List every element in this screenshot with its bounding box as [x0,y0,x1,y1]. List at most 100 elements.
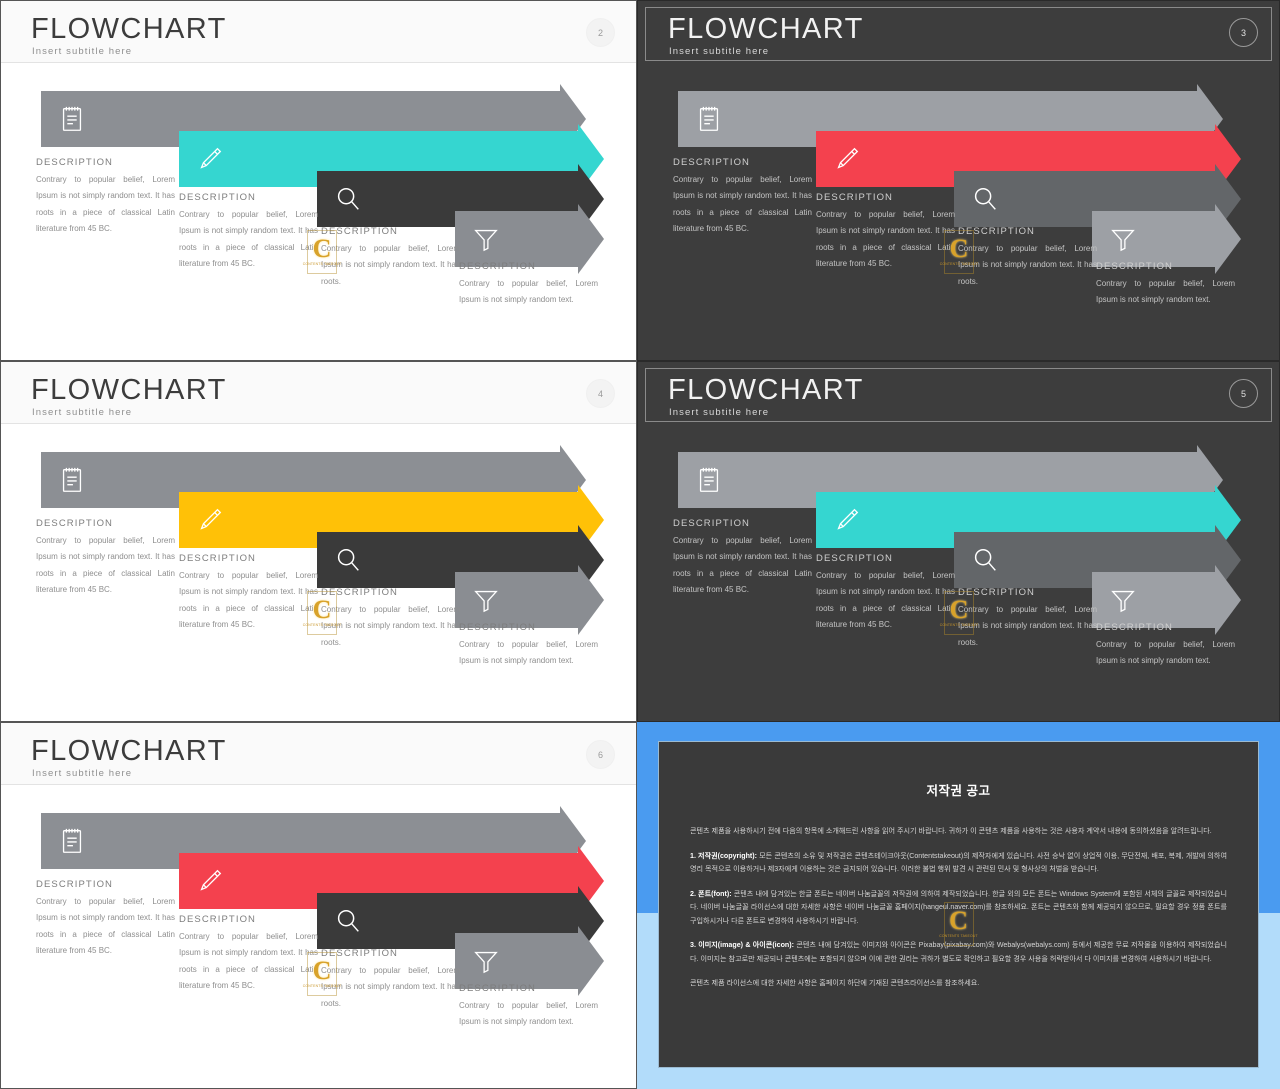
magnifier-icon [333,906,363,936]
slide-4[interactable]: FLOWCHART Insert subtitle here 4 DESCRIP… [0,361,637,722]
description-title: DESCRIPTION [179,192,257,203]
slide-2[interactable]: FLOWCHART Insert subtitle here 2 DESCRIP… [0,0,637,361]
slide-header: FLOWCHART Insert subtitle here 2 [1,1,636,63]
slide-header: FLOWCHART Insert subtitle here 3 [638,1,1279,63]
description-block-3: DESCRIPTION Contrary to popular belief, … [958,587,1097,651]
description-title: DESCRIPTION [36,518,114,529]
description-title: DESCRIPTION [958,587,1036,598]
description-title: DESCRIPTION [321,948,399,959]
description-body: Contrary to popular belief, Lorem Ipsum … [1096,279,1235,305]
flow-canvas: DESCRIPTION Contrary to popular belief, … [638,63,1279,360]
description-body: Contrary to popular belief, Lorem Ipsum … [36,536,175,595]
description-block-4: DESCRIPTION Contrary to popular belief, … [459,261,598,309]
copyright-outro: 콘텐츠 제품 라이선스에 대한 자세한 사항은 홈페이지 하단에 기재된 콘텐츠… [690,979,980,987]
page-title: FLOWCHART [31,13,227,45]
description-title: DESCRIPTION [459,983,537,994]
page-subtitle: Insert subtitle here [32,407,133,418]
page-title: FLOWCHART [668,13,864,45]
description-body: Contrary to popular belief, Lorem Ipsum … [36,897,175,956]
page-title: FLOWCHART [668,374,864,406]
description-title: DESCRIPTION [958,226,1036,237]
description-block-3: DESCRIPTION Contrary to popular belief, … [958,226,1097,290]
notepad-icon [57,465,87,495]
funnel-icon [1108,224,1138,254]
description-block-1: DESCRIPTION Contrary to popular belief, … [36,518,175,599]
copyright-panel: 저작권 공고 콘텐츠 제품을 사용하시기 전에 다음의 항목에 소개해드린 사항… [658,741,1259,1068]
description-body: Contrary to popular belief, Lorem Ipsum … [459,1001,598,1027]
description-title: DESCRIPTION [459,622,537,633]
pencil-icon [832,505,862,535]
page-number-badge: 6 [586,740,615,769]
page-number-badge: 5 [1229,379,1258,408]
magnifier-icon [970,184,1000,214]
funnel-icon [1108,585,1138,615]
copyright-item-2-text: 콘텐츠 내에 담겨있는 한글 폰트는 네이버 나눔글꼴의 저작권에 의하여 제작… [690,889,1227,925]
funnel-icon [471,585,501,615]
pencil-icon [195,144,225,174]
slide-grid: FLOWCHART Insert subtitle here 2 DESCRIP… [0,0,1280,1089]
notepad-icon [57,104,87,134]
description-block-2: DESCRIPTION Contrary to popular belief, … [816,192,955,273]
flow-canvas: DESCRIPTION Contrary to popular belief, … [1,785,636,1088]
description-block-4: DESCRIPTION Contrary to popular belief, … [459,622,598,670]
description-title: DESCRIPTION [36,879,114,890]
description-title: DESCRIPTION [321,587,399,598]
flow-arrow-4[interactable] [1092,204,1241,274]
flow-canvas: DESCRIPTION Contrary to popular belief, … [1,424,636,721]
slide-header: FLOWCHART Insert subtitle here 6 [1,723,636,785]
slide-6[interactable]: FLOWCHART Insert subtitle here 6 DESCRIP… [0,722,637,1089]
page-number-badge: 2 [586,18,615,47]
description-title: DESCRIPTION [1096,622,1174,633]
notepad-icon [694,104,724,134]
slide-header: FLOWCHART Insert subtitle here 4 [1,362,636,424]
copyright-slide[interactable]: 저작권 공고 콘텐츠 제품을 사용하시기 전에 다음의 항목에 소개해드린 사항… [637,722,1280,1089]
page-subtitle: Insert subtitle here [32,46,133,57]
magnifier-icon [333,184,363,214]
description-body: Contrary to popular belief, Lorem Ipsum … [321,966,460,1008]
description-body: Contrary to popular belief, Lorem Ipsum … [459,640,598,666]
page-subtitle: Insert subtitle here [669,407,770,418]
pencil-icon [195,866,225,896]
notepad-icon [694,465,724,495]
description-title: DESCRIPTION [816,553,894,564]
magnifier-icon [970,545,1000,575]
flow-canvas: DESCRIPTION Contrary to popular belief, … [638,424,1279,721]
description-title: DESCRIPTION [673,518,751,529]
description-block-3: DESCRIPTION Contrary to popular belief, … [321,948,460,1012]
description-body: Contrary to popular belief, Lorem Ipsum … [321,244,460,286]
slide-5[interactable]: FLOWCHART Insert subtitle here 5 DESCRIP… [637,361,1280,722]
description-title: DESCRIPTION [179,914,257,925]
description-block-4: DESCRIPTION Contrary to popular belief, … [1096,622,1235,670]
page-number-badge: 3 [1229,18,1258,47]
copyright-item-2-label: 2. 폰트(font): [690,889,732,898]
description-block-2: DESCRIPTION Contrary to popular belief, … [179,914,318,995]
description-body: Contrary to popular belief, Lorem Ipsum … [36,175,175,234]
description-body: Contrary to popular belief, Lorem Ipsum … [673,536,812,595]
copyright-intro: 콘텐츠 제품을 사용하시기 전에 다음의 항목에 소개해드린 사항을 읽어 주시… [690,827,1212,835]
copyright-item-1: 1. 저작권(copyright): 모든 콘텐츠의 소유 및 저작권은 콘텐츠… [690,850,1227,877]
slide-header: FLOWCHART Insert subtitle here 5 [638,362,1279,424]
description-block-1: DESCRIPTION Contrary to popular belief, … [673,518,812,599]
description-block-2: DESCRIPTION Contrary to popular belief, … [179,553,318,634]
description-block-3: DESCRIPTION Contrary to popular belief, … [321,226,460,290]
description-block-1: DESCRIPTION Contrary to popular belief, … [673,157,812,238]
copyright-body: 콘텐츠 제품을 사용하시기 전에 다음의 항목에 소개해드린 사항을 읽어 주시… [690,825,1227,991]
flow-arrow-4[interactable] [455,926,604,996]
flow-arrow-4[interactable] [455,565,604,635]
slide-3[interactable]: FLOWCHART Insert subtitle here 3 DESCRIP… [637,0,1280,361]
description-title: DESCRIPTION [1096,261,1174,272]
description-body: Contrary to popular belief, Lorem Ipsum … [179,210,318,269]
page-title: FLOWCHART [31,374,227,406]
copyright-item-3-label: 3. 이미지(image) & 아이콘(icon): [690,941,794,949]
funnel-icon [471,946,501,976]
description-block-4: DESCRIPTION Contrary to popular belief, … [459,983,598,1031]
pencil-icon [195,505,225,535]
page-number-badge: 4 [586,379,615,408]
description-block-2: DESCRIPTION Contrary to popular belief, … [816,553,955,634]
flow-arrow-4[interactable] [1092,565,1241,635]
copyright-item-1-text: 모든 콘텐츠의 소유 및 저작권은 콘텐츠테이크아웃(Contentstakeo… [690,851,1227,874]
flow-canvas: DESCRIPTION Contrary to popular belief, … [1,63,636,360]
copyright-title: 저작권 공고 [926,784,991,798]
flow-arrow-4[interactable] [455,204,604,274]
funnel-icon [471,224,501,254]
